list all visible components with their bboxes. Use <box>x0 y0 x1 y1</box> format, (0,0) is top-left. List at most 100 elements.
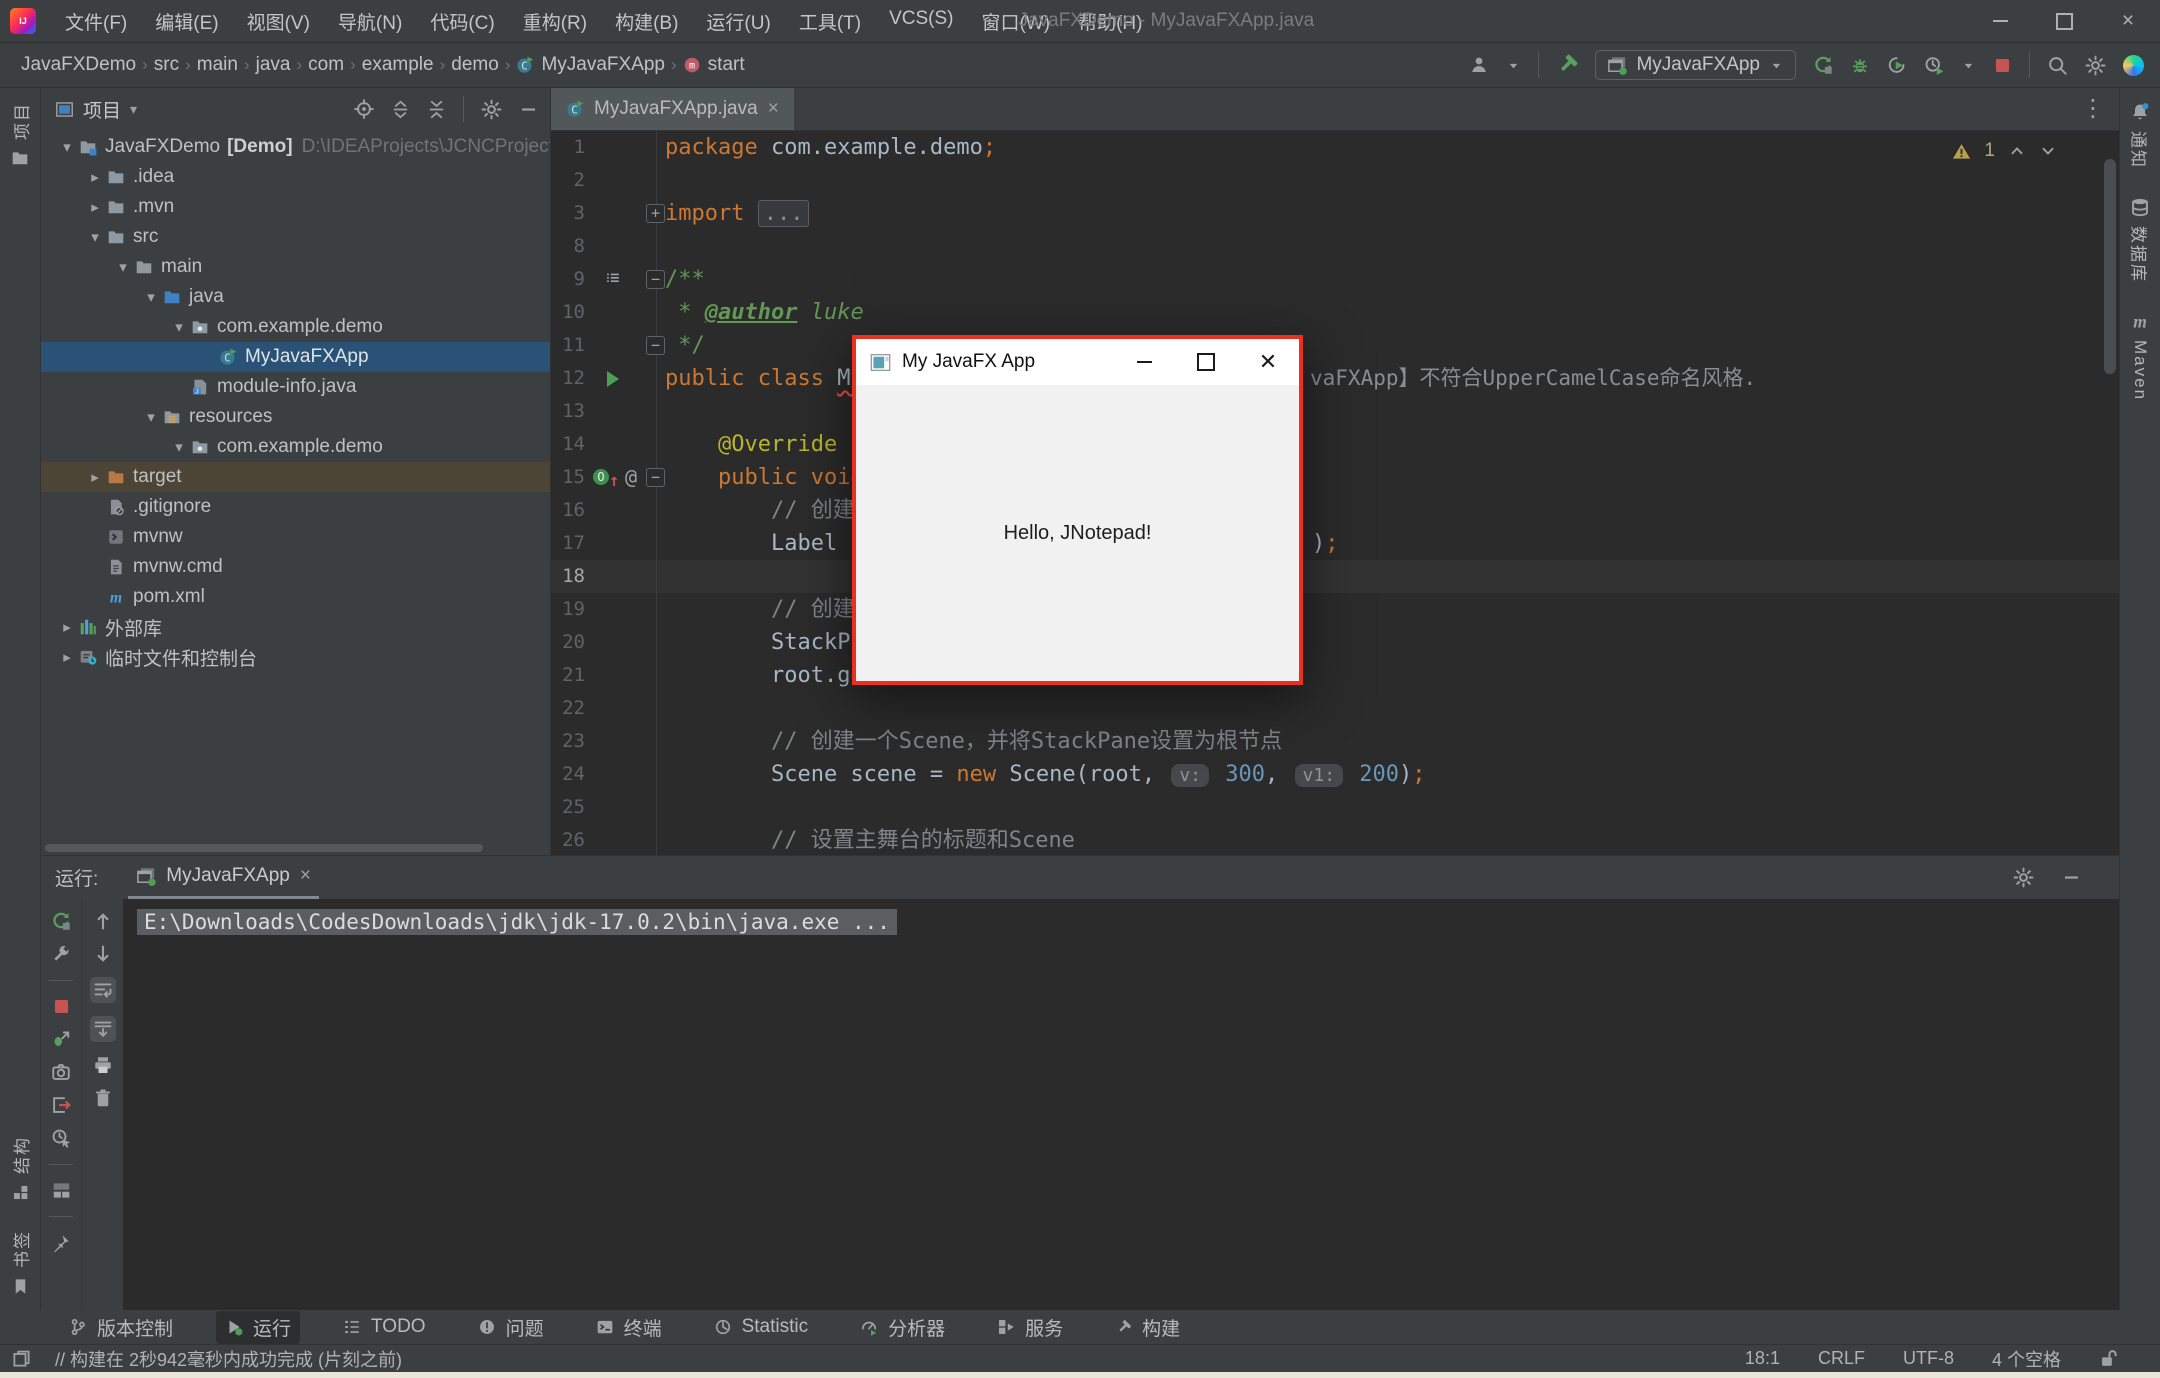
fold-toggle-icon[interactable]: − <box>646 468 665 487</box>
profiler-icon[interactable] <box>1924 55 1944 75</box>
menu-item[interactable]: 构建(B) <box>602 4 691 39</box>
code-line[interactable]: 22 <box>551 692 2119 725</box>
tree-row[interactable]: ▾com.example.demo <box>41 312 550 342</box>
line-ending[interactable]: CRLF <box>1818 1348 1865 1369</box>
tree-row[interactable]: Jmodule-info.java <box>41 372 550 402</box>
menu-item[interactable]: 文件(F) <box>52 4 140 39</box>
code-line[interactable]: 17 Label l); <box>551 527 2119 560</box>
caret-position[interactable]: 18:1 <box>1745 1348 1780 1369</box>
menu-item[interactable]: 代码(C) <box>417 4 507 39</box>
inspection-widget[interactable]: 1 <box>1952 140 2057 162</box>
tree-row[interactable]: ▸target <box>41 462 550 492</box>
code-line[interactable]: 19 // 创建 <box>551 593 2119 626</box>
stripe-button-bookmark[interactable]: 书签 <box>8 1230 33 1296</box>
softwrap-icon[interactable] <box>90 977 116 1003</box>
maximize-button[interactable] <box>1175 339 1237 385</box>
tool-window-button-todo[interactable]: TODO <box>334 1313 435 1341</box>
next-warning-icon[interactable] <box>2039 142 2057 160</box>
breadcrumb-item[interactable]: example <box>357 52 439 78</box>
tree-row[interactable]: ▸.mvn <box>41 192 550 222</box>
breadcrumb-item[interactable]: main <box>192 52 243 78</box>
menu-item[interactable]: 编辑(E) <box>142 4 231 39</box>
tree-chevron-icon[interactable]: ▸ <box>83 168 107 186</box>
chevron-down-icon[interactable]: ▾ <box>130 101 137 118</box>
tree-row[interactable]: ▾JavaFXDemo[Demo]D:\IDEAProjects\JCNCPro… <box>41 132 550 162</box>
breadcrumb-item[interactable]: demo <box>446 52 504 78</box>
code-line[interactable]: 15O↑@− public void <box>551 461 2119 494</box>
settings-icon[interactable] <box>481 99 502 120</box>
debug-attach-icon[interactable] <box>51 1029 71 1049</box>
scroll-end-icon[interactable] <box>90 1016 116 1042</box>
breadcrumb-item[interactable]: mstart <box>678 52 750 78</box>
javafx-title-bar[interactable]: My JavaFX App ✕ <box>856 339 1299 385</box>
menu-item[interactable]: 重构(R) <box>510 4 600 39</box>
tree-chevron-icon[interactable]: ▸ <box>55 618 79 636</box>
menu-item[interactable]: 导航(N) <box>325 4 415 39</box>
tree-row[interactable]: .gitignore <box>41 492 550 522</box>
code-line[interactable]: 2 <box>551 164 2119 197</box>
tool-window-button-build-hammer[interactable]: 构建 <box>1106 1311 1189 1344</box>
stripe-button-bell[interactable]: 通知 <box>2128 102 2153 169</box>
tool-window-button-problems[interactable]: 问题 <box>469 1311 553 1344</box>
breadcrumb-item[interactable]: src <box>149 52 184 78</box>
pin-icon[interactable] <box>51 1233 71 1253</box>
maximize-button[interactable] <box>2032 0 2096 42</box>
minus-icon[interactable] <box>519 100 538 119</box>
tree-chevron-icon[interactable]: ▾ <box>139 408 163 426</box>
settings-icon[interactable] <box>2085 55 2106 76</box>
editor-tab[interactable]: C MyJavaFXApp.java × <box>551 88 794 130</box>
stripe-button-database[interactable]: 数据库 <box>2128 197 2153 283</box>
trash-icon[interactable] <box>93 1088 113 1108</box>
tree-chevron-icon[interactable]: ▾ <box>111 258 135 276</box>
minimize-button[interactable] <box>1968 0 2032 42</box>
tree-row[interactable]: mvnw.cmd <box>41 552 550 582</box>
code-line[interactable]: 20 StackPa <box>551 626 2119 659</box>
tool-windows-icon[interactable] <box>12 1349 31 1368</box>
menu-item[interactable]: 运行(U) <box>693 4 783 39</box>
code-line[interactable]: 23 // 创建一个Scene，并将StackPane设置为根节点 <box>551 725 2119 758</box>
code-line[interactable]: 25 <box>551 791 2119 824</box>
printer-icon[interactable] <box>93 1055 113 1075</box>
horizontal-scrollbar[interactable] <box>45 844 483 852</box>
coverage-icon[interactable] <box>1887 55 1907 75</box>
tree-row[interactable]: ▾resources <box>41 402 550 432</box>
tree-row[interactable]: CMyJavaFXApp <box>41 342 550 372</box>
tool-window-button-terminal[interactable]: 终端 <box>587 1311 671 1344</box>
tree-chevron-icon[interactable]: ▾ <box>167 438 191 456</box>
ide-circle-icon[interactable] <box>2123 55 2144 76</box>
code-line[interactable]: 21 root.ge <box>551 659 2119 692</box>
layout-icon[interactable] <box>52 1181 71 1200</box>
stripe-button-maven-stripe[interactable]: mMaven <box>2130 311 2150 401</box>
code-line[interactable]: 13 <box>551 395 2119 428</box>
fold-toggle-icon[interactable]: − <box>646 336 665 355</box>
code-line[interactable]: 26 // 设置主舞台的标题和Scene <box>551 824 2119 855</box>
run-config-selector[interactable]: MyJavaFXApp <box>1595 50 1796 80</box>
code-line[interactable]: 8 <box>551 230 2119 263</box>
close-button[interactable]: × <box>2096 0 2160 42</box>
tool-window-button-play-green[interactable]: 运行 <box>216 1311 300 1344</box>
menu-item[interactable]: 工具(T) <box>786 4 874 39</box>
code-line[interactable]: 3+import ... <box>551 197 2119 230</box>
tab-close-icon[interactable]: × <box>768 98 779 120</box>
camera-icon[interactable] <box>51 1062 71 1082</box>
settings-icon[interactable] <box>2013 867 2034 888</box>
stop-icon[interactable] <box>1993 56 2012 75</box>
user-icon[interactable] <box>1469 55 1489 75</box>
run-line-icon[interactable] <box>607 371 619 387</box>
wrench-icon[interactable] <box>51 944 71 964</box>
code-line[interactable]: 14 @Override <box>551 428 2119 461</box>
more-icon[interactable]: ⋮ <box>2081 94 2105 123</box>
run-console[interactable]: E:\Downloads\CodesDownloads\jdk\jdk-17.0… <box>123 899 2119 1310</box>
rerun-icon[interactable] <box>1813 55 1833 75</box>
editor-scrollbar[interactable] <box>2104 159 2116 374</box>
prev-warning-icon[interactable] <box>2008 142 2026 160</box>
clock-cursor-icon[interactable] <box>51 1128 71 1148</box>
code-line[interactable]: 10 * @author luke <box>551 296 2119 329</box>
exit-icon[interactable] <box>51 1095 71 1115</box>
file-encoding[interactable]: UTF-8 <box>1903 1348 1954 1369</box>
breadcrumb-item[interactable]: JavaFXDemo <box>16 52 141 78</box>
tool-window-button-statistic[interactable]: Statistic <box>705 1313 818 1341</box>
unlock-icon[interactable] <box>2099 1349 2118 1368</box>
tree-row[interactable]: ▸.idea <box>41 162 550 192</box>
tab-close-icon[interactable]: × <box>300 865 311 887</box>
